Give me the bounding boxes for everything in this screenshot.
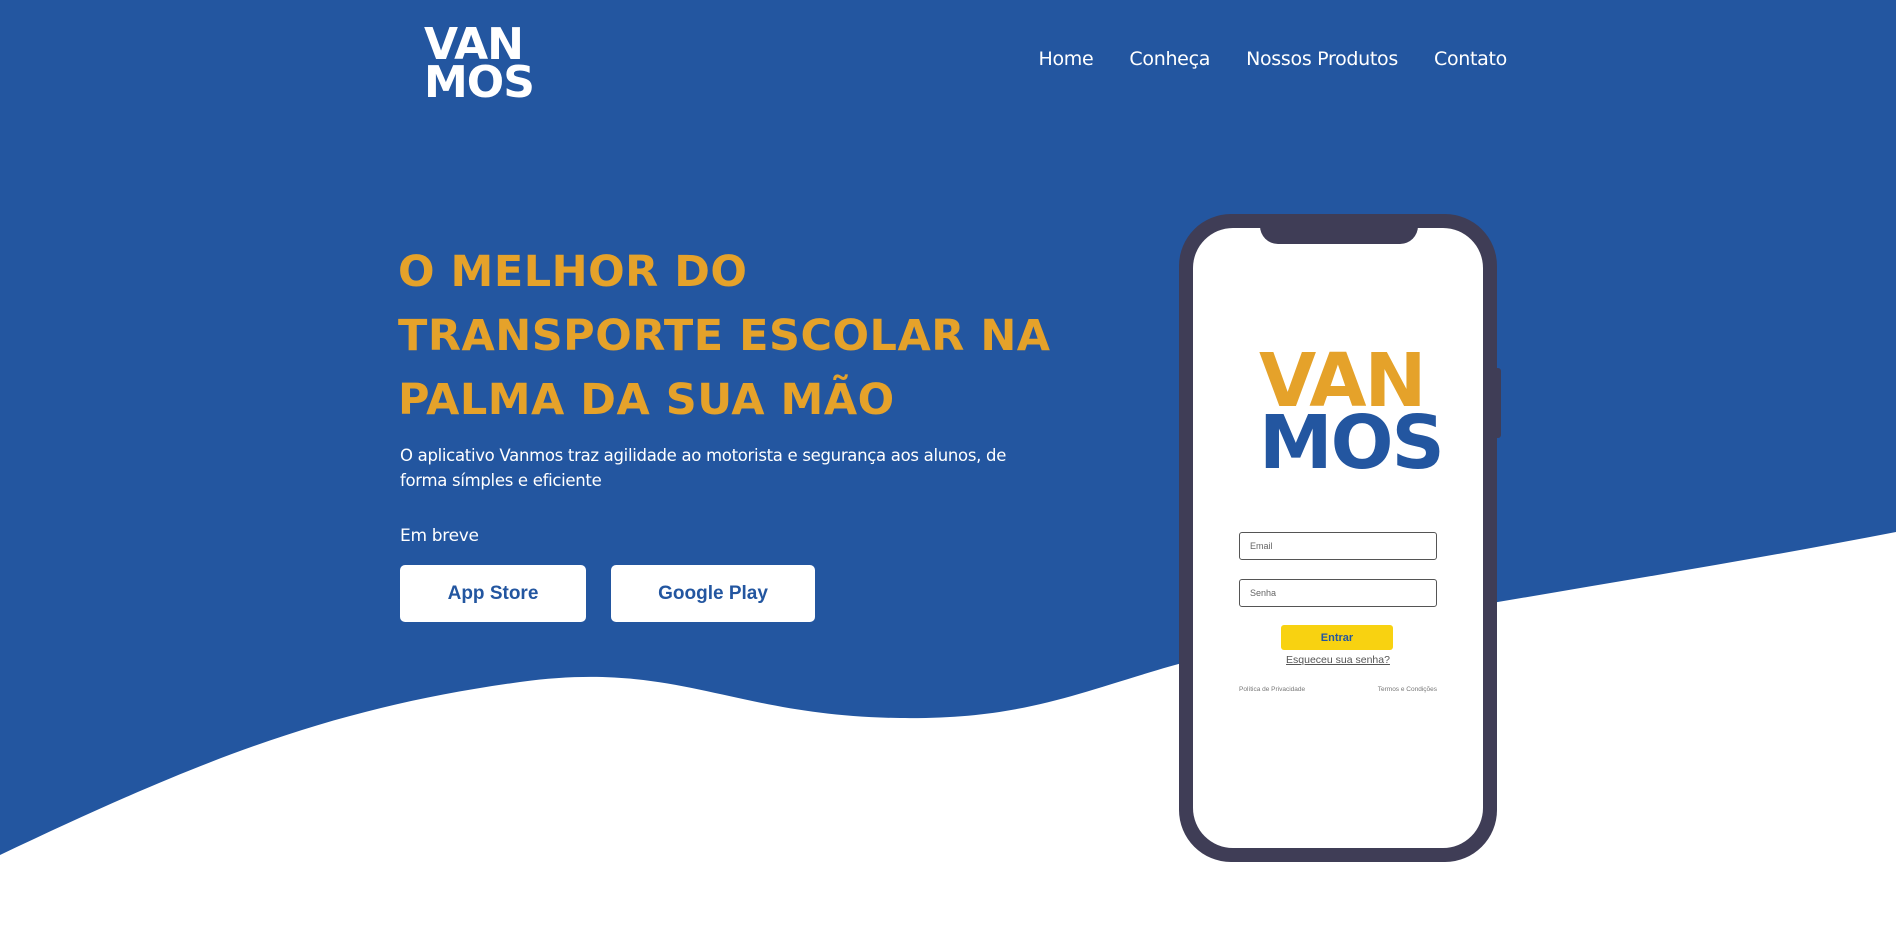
phone-notch xyxy=(1260,214,1418,244)
hero-title-line: PALMA DA SUA MÃO xyxy=(398,375,895,425)
hero-title-line: O MELHOR DO xyxy=(398,247,748,297)
terms-link[interactable]: Termos e Condições xyxy=(1378,686,1437,693)
coming-soon-label: Em breve xyxy=(400,526,479,546)
nav-item-conheca[interactable]: Conheça xyxy=(1129,48,1210,70)
brand-logo-line2: MOS xyxy=(424,57,535,108)
nav-item-home[interactable]: Home xyxy=(1038,48,1093,70)
brand-logo[interactable]: VAN MOS xyxy=(424,23,535,108)
email-field[interactable] xyxy=(1239,532,1437,560)
phone-mockup: VAN MOS Entrar Esqueceu sua senha? Polít… xyxy=(1179,214,1497,862)
hero-title: O MELHOR DO TRANSPORTE ESCOLAR NA PALMA … xyxy=(398,240,1058,432)
hero-title-line: TRANSPORTE ESCOLAR NA xyxy=(398,311,1051,361)
app-store-button[interactable]: App Store xyxy=(400,565,586,622)
nav-item-nossos-produtos[interactable]: Nossos Produtos xyxy=(1246,48,1398,70)
login-button[interactable]: Entrar xyxy=(1281,625,1393,650)
nav-item-contato[interactable]: Contato xyxy=(1434,48,1507,70)
password-field[interactable] xyxy=(1239,579,1437,607)
phone-screen: VAN MOS Entrar Esqueceu sua senha? Polít… xyxy=(1193,228,1483,848)
hero-subtitle: O aplicativo Vanmos traz agilidade ao mo… xyxy=(400,446,1007,490)
app-logo-line2: MOS xyxy=(1259,400,1445,486)
main-nav: Home Conheça Nossos Produtos Contato xyxy=(1038,48,1507,70)
google-play-button[interactable]: Google Play xyxy=(611,565,815,622)
app-logo: VAN MOS xyxy=(1259,344,1445,486)
forgot-password-link[interactable]: Esqueceu sua senha? xyxy=(1193,654,1483,666)
phone-side-button xyxy=(1497,368,1501,438)
privacy-policy-link[interactable]: Política de Privacidade xyxy=(1239,686,1305,693)
